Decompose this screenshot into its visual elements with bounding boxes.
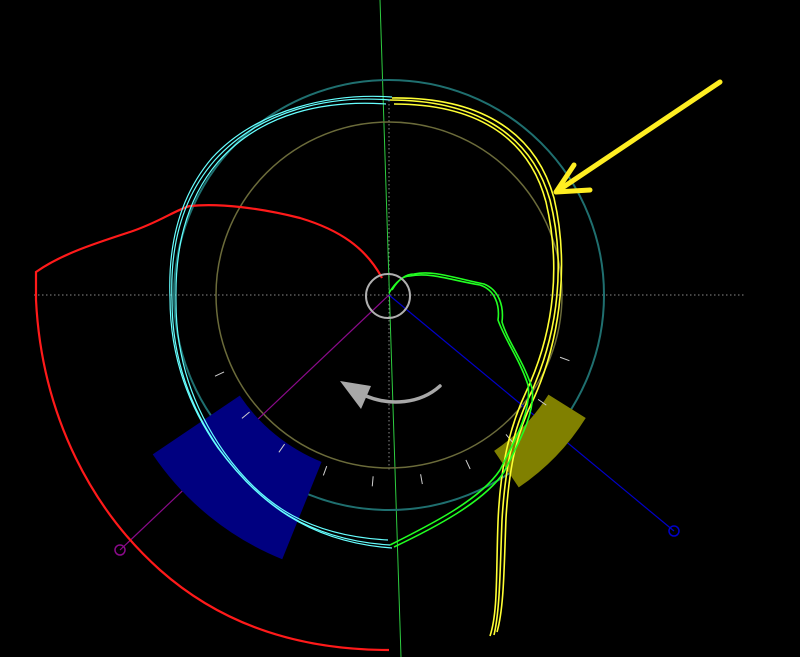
tick-mark xyxy=(371,476,374,487)
green-trace xyxy=(388,272,534,548)
counterclockwise-arrow-icon xyxy=(340,381,442,409)
tick-mark xyxy=(559,356,570,362)
tick-mark xyxy=(420,474,423,485)
blue-target-zone xyxy=(152,395,322,560)
trajectory-diagram xyxy=(34,0,745,657)
tick-mark xyxy=(214,371,225,377)
blue-spoke xyxy=(388,294,675,532)
tick-mark xyxy=(465,459,471,470)
tick-mark xyxy=(322,465,328,476)
pointer-arrow-icon xyxy=(553,79,723,195)
